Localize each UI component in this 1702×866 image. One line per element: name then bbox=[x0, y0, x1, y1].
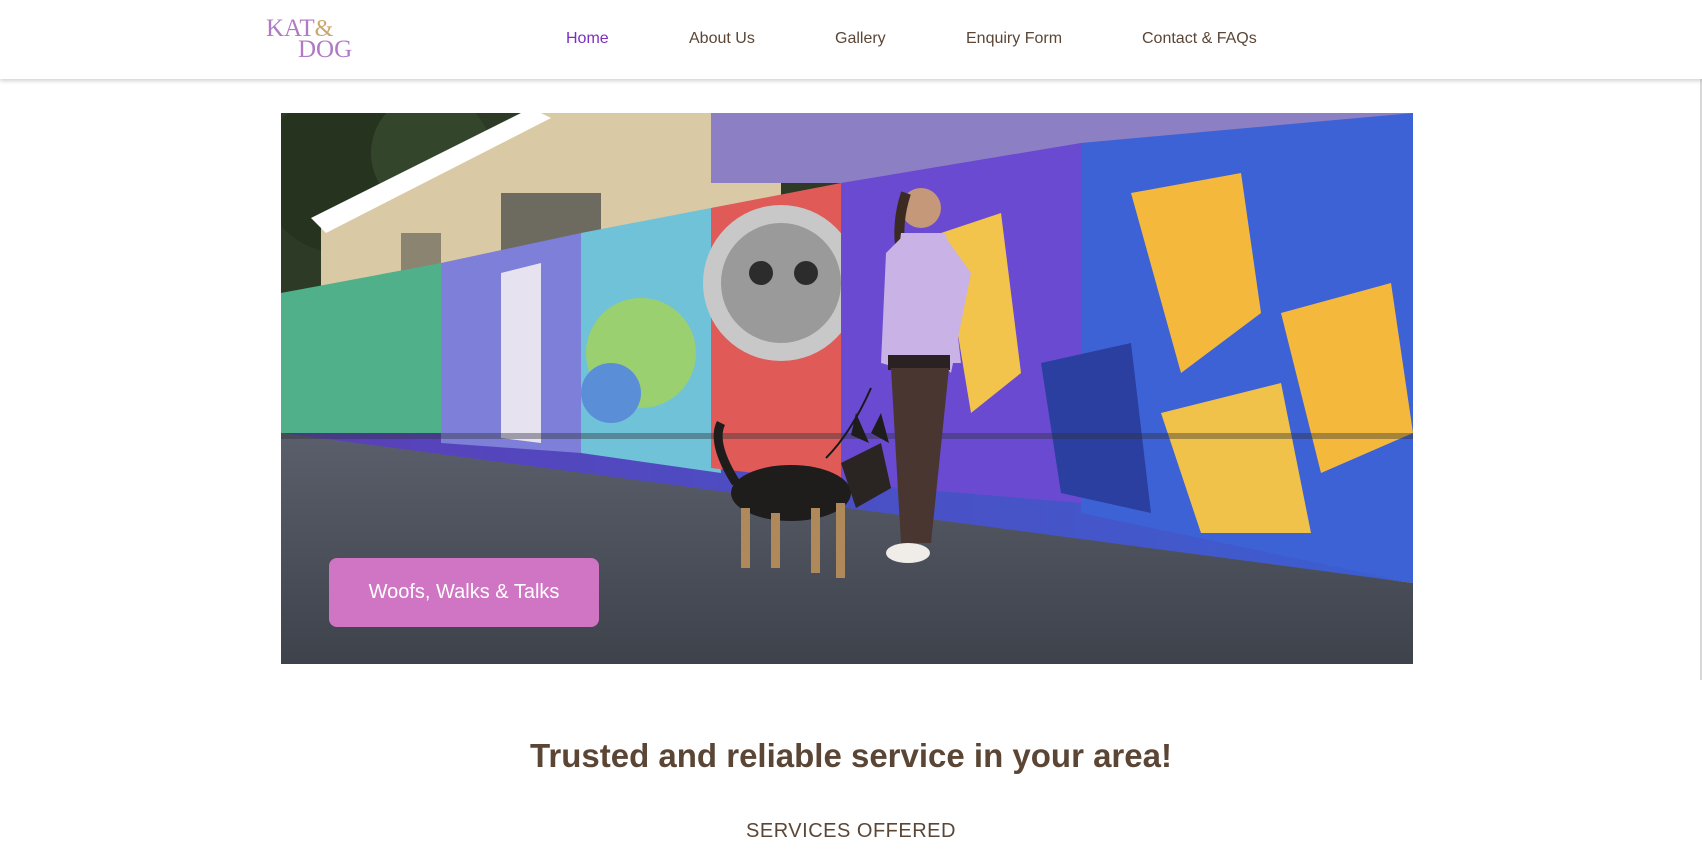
main-nav: Home About Us Gallery Enquiry Form Conta… bbox=[0, 0, 1702, 79]
services-heading: SERVICES OFFERED bbox=[746, 820, 956, 842]
nav-about-us[interactable]: About Us bbox=[689, 30, 755, 48]
nav-enquiry-form[interactable]: Enquiry Form bbox=[966, 30, 1062, 48]
site-header: KAT& DOG Home About Us Gallery Enquiry F… bbox=[0, 0, 1702, 79]
nav-home[interactable]: Home bbox=[566, 30, 609, 48]
nav-gallery[interactable]: Gallery bbox=[835, 30, 886, 48]
page: KAT& DOG Home About Us Gallery Enquiry F… bbox=[0, 0, 1702, 866]
woofs-walks-talks-button[interactable]: Woofs, Walks & Talks bbox=[329, 558, 599, 627]
nav-contact-faqs[interactable]: Contact & FAQs bbox=[1142, 30, 1257, 48]
hero-banner: Woofs, Walks & Talks bbox=[281, 113, 1413, 664]
tagline: Trusted and reliable service in your are… bbox=[530, 737, 1172, 775]
